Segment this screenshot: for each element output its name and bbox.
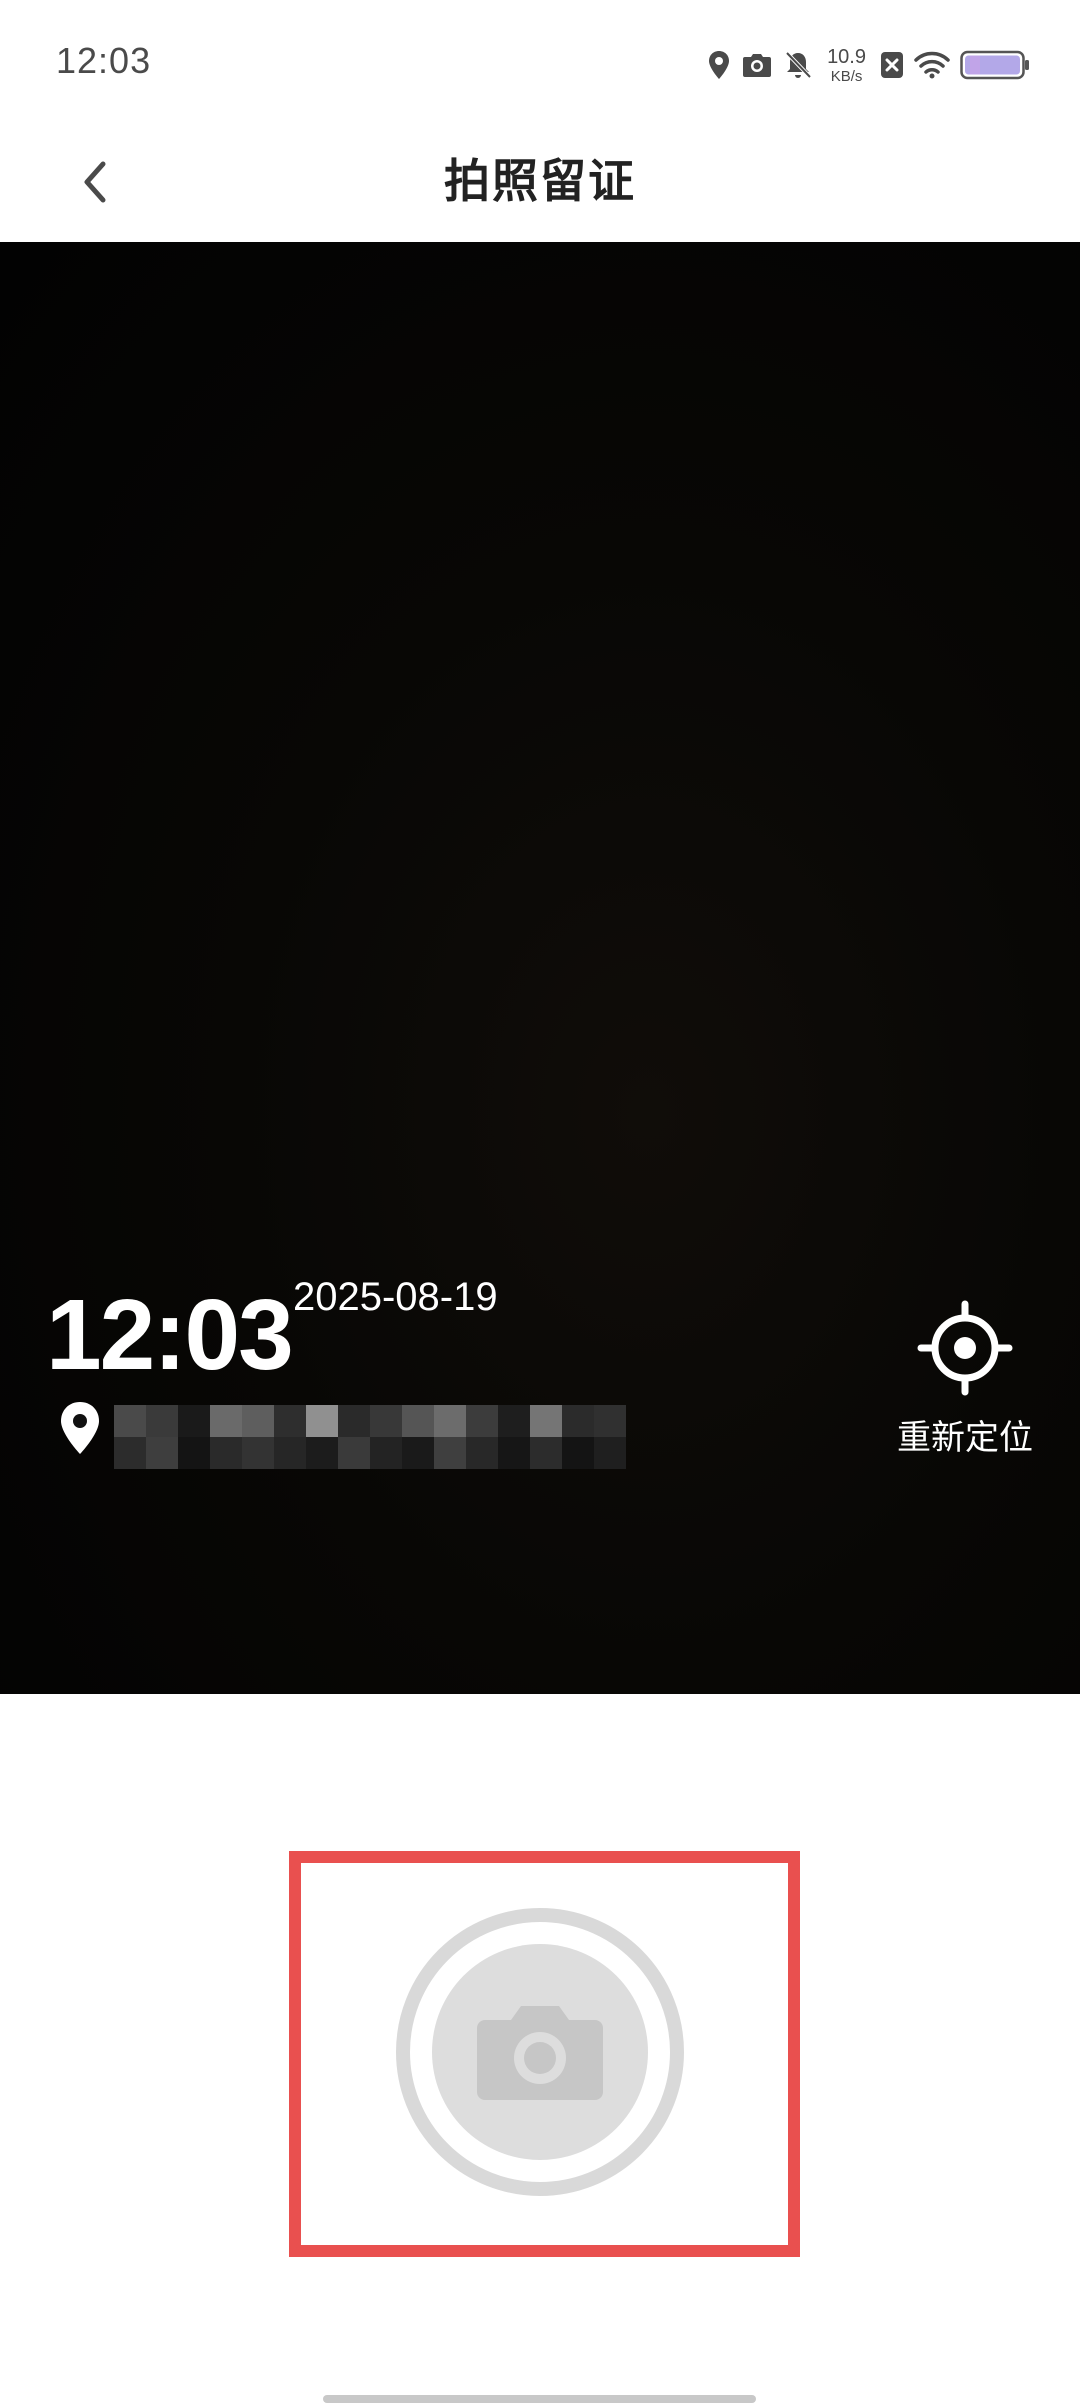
- shutter-inner: [432, 1944, 648, 2160]
- net-speed-unit: KB/s: [830, 67, 863, 85]
- relocate-label: 重新定位: [897, 1419, 1033, 1457]
- net-speed-value: 10.9: [827, 45, 866, 68]
- watermark-time: 12:03: [46, 1279, 294, 1391]
- locate-target-icon: [917, 1300, 1013, 1396]
- camera-preview[interactable]: [0, 242, 1080, 1694]
- watermark-date: 2025-08-19: [293, 1275, 498, 1319]
- camera-icon: [477, 2006, 603, 2100]
- relocate-button[interactable]: 重新定位: [895, 1300, 1035, 1459]
- net-speed: 10.9 KB/s: [827, 47, 866, 84]
- app-header: 拍照留证: [0, 125, 1080, 242]
- watermark-address-redacted: [114, 1405, 626, 1473]
- map-pin-icon: [61, 1402, 99, 1454]
- status-icons: 10.9 KB/s: [707, 40, 1030, 90]
- location-icon: [707, 50, 731, 80]
- wifi-icon: [914, 51, 950, 79]
- sim-x-icon: [880, 51, 904, 79]
- battery-icon: [960, 50, 1030, 80]
- status-bar: 12:03 10.9 KB/s: [0, 0, 1080, 125]
- home-indicator[interactable]: [323, 2395, 756, 2403]
- status-time: 12:03: [56, 40, 152, 81]
- shutter-button[interactable]: [396, 1908, 684, 2196]
- page-title: 拍照留证: [444, 155, 636, 207]
- bell-off-icon: [783, 50, 813, 80]
- camera-status-icon: [741, 51, 773, 79]
